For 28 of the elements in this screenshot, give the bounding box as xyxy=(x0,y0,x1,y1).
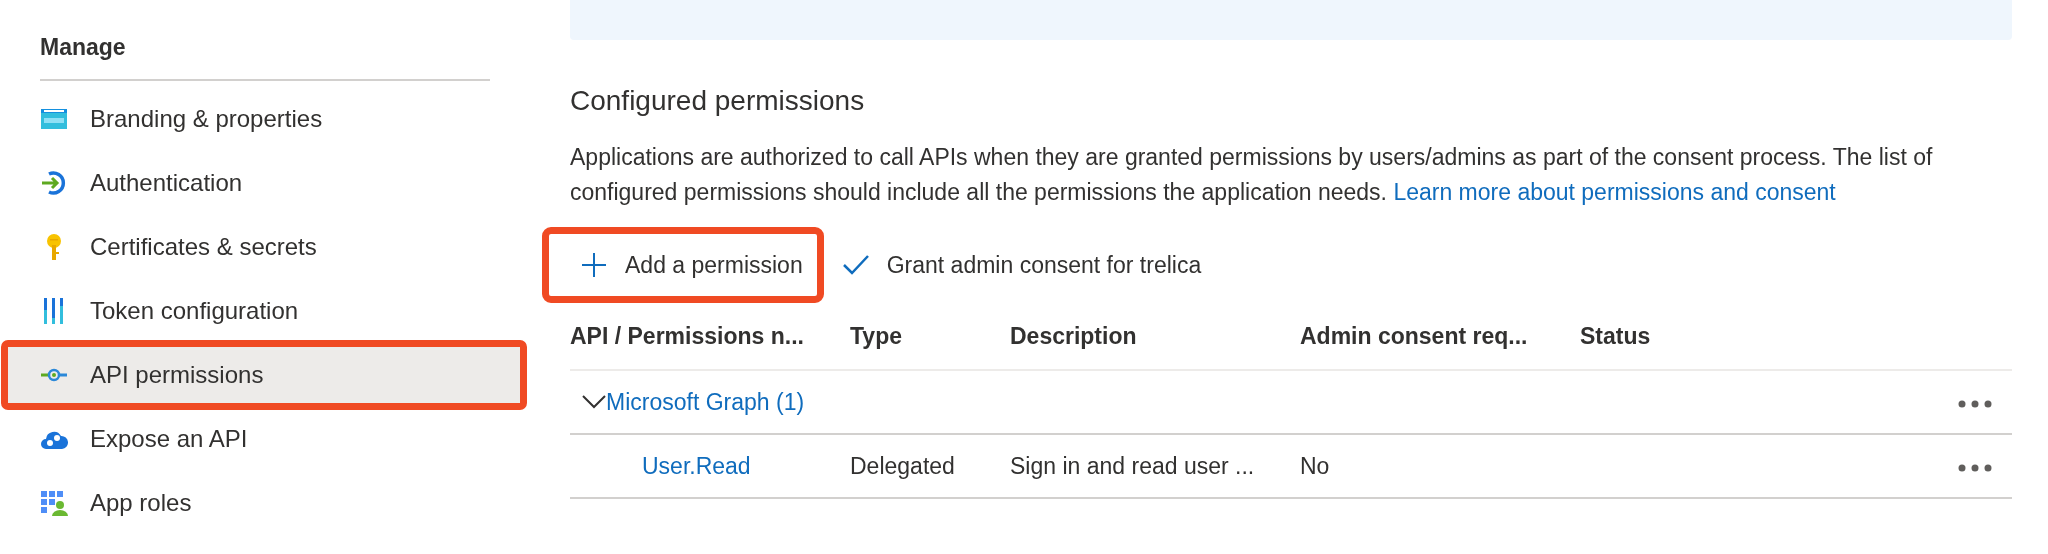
table-cell: Sign in and read user ... xyxy=(1010,434,1300,499)
section-title: Manage xyxy=(39,33,127,62)
chevron-down-icon[interactable] xyxy=(582,395,606,410)
sidebar-item[interactable]: Branding & properties xyxy=(0,86,520,151)
column-header: Description xyxy=(1010,306,1300,371)
grant-consent-button[interactable]: Grant admin consent for trelica xyxy=(834,229,1220,301)
section-heading: Configured permissions xyxy=(570,84,866,118)
sidebar-item[interactable]: Certificates & secrets xyxy=(0,214,520,279)
plus-icon xyxy=(581,251,607,278)
sidebar-item[interactable]: Authentication xyxy=(0,150,520,215)
description-text: Applications are authorized to call APIs when they are granted permissions by users/admins as part of the consent process. The list of configured permissions should include all the permissions the application needs. Learn more about permissions and consent xyxy=(570,142,1934,207)
sidebar-item[interactable]: App roles xyxy=(0,470,520,535)
column-header: Status xyxy=(1580,306,1844,371)
learn-more-link[interactable]: Learn more about permissions and consent xyxy=(1393,178,1836,205)
column-header: Admin consent req... xyxy=(1300,306,1580,371)
more-options-icon[interactable] xyxy=(1958,463,1992,472)
sign-in-arrow-icon xyxy=(40,168,68,197)
group-link[interactable]: Microsoft Graph (1) xyxy=(606,385,805,420)
table-cell: No xyxy=(1300,434,1580,499)
more-options-icon[interactable] xyxy=(1958,399,1992,408)
sidebar-item[interactable]: API permissions xyxy=(4,342,524,407)
column-header: Type xyxy=(850,306,1010,371)
column-header: API / Permissions n... xyxy=(570,306,850,371)
permission-link[interactable]: User.Read xyxy=(642,452,751,479)
add-permission-button[interactable]: Add a permission xyxy=(545,229,821,301)
table-cell: Delegated xyxy=(850,434,1010,499)
sidebar-item[interactable]: Expose an API xyxy=(0,406,520,471)
grid-person-icon xyxy=(40,488,68,517)
